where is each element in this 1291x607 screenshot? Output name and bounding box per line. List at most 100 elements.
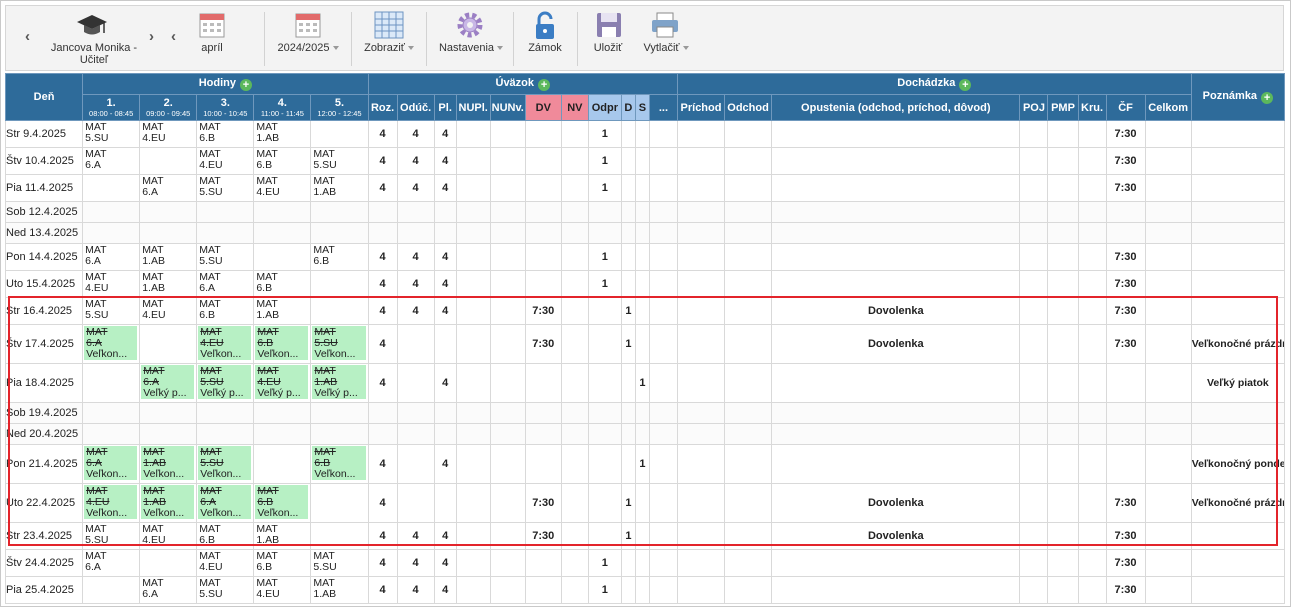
uvazok-cell[interactable] — [634, 270, 650, 298]
departure-cell[interactable] — [724, 483, 773, 523]
pmp-cell[interactable] — [1047, 147, 1079, 175]
uvazok-cell[interactable] — [489, 270, 526, 298]
uvazok-cell[interactable] — [620, 576, 636, 604]
day-cell[interactable]: Štv 24.4.2025 — [4, 549, 84, 577]
uvazok-cell[interactable] — [648, 297, 678, 325]
kru-cell[interactable] — [1077, 576, 1107, 604]
uvazok-cell[interactable] — [620, 222, 636, 244]
uvazok-cell[interactable] — [455, 576, 491, 604]
lesson-cell[interactable]: MAT 6.B — [196, 120, 255, 148]
uvazok-cell[interactable] — [587, 522, 622, 550]
uvazok-cell[interactable]: 1 — [587, 147, 622, 175]
lesson-cell[interactable]: MAT 6.B — [196, 297, 255, 325]
departure-cell[interactable] — [724, 522, 773, 550]
lesson-cell[interactable]: MAT 6.B — [253, 147, 312, 175]
uvazok-cell[interactable] — [396, 423, 435, 445]
lesson-block[interactable]: MAT 6.A — [141, 578, 196, 603]
uvazok-cell[interactable]: 4 — [367, 270, 398, 298]
arrival-cell[interactable] — [676, 297, 726, 325]
uvazok-cell[interactable]: 1 — [587, 243, 622, 271]
total-cell[interactable] — [1144, 549, 1192, 577]
uvazok-cell[interactable] — [489, 423, 526, 445]
uvazok-cell[interactable] — [433, 324, 457, 364]
uvazok-cell[interactable] — [524, 270, 562, 298]
kru-cell[interactable] — [1077, 483, 1107, 523]
day-cell[interactable]: Str 16.4.2025 — [4, 297, 84, 325]
note-cell[interactable] — [1190, 174, 1286, 202]
poj-cell[interactable] — [1019, 576, 1049, 604]
poj-cell[interactable] — [1019, 297, 1049, 325]
uvazok-cell[interactable] — [396, 222, 435, 244]
lesson-cell[interactable] — [253, 222, 312, 244]
lesson-block[interactable]: MAT 4.EU — [84, 272, 139, 297]
lesson-cell[interactable]: MAT 6.A — [139, 174, 198, 202]
pmp-cell[interactable] — [1047, 576, 1079, 604]
lesson-block[interactable]: MAT 6.B — [198, 122, 253, 147]
uvazok-cell[interactable] — [433, 222, 457, 244]
show-menu-button[interactable]: Zobraziť — [358, 6, 420, 70]
uvazok-cell[interactable]: 4 — [433, 243, 457, 271]
departure-cell[interactable] — [724, 147, 773, 175]
lesson-block[interactable]: MAT 1.AB Veľkon... — [141, 485, 195, 519]
pmp-cell[interactable] — [1047, 174, 1079, 202]
lesson-cell[interactable] — [310, 297, 369, 325]
lesson-cell[interactable] — [196, 402, 255, 424]
uvazok-cell[interactable]: 4 — [396, 147, 435, 175]
cf-cell[interactable]: 7:30 — [1105, 120, 1146, 148]
lesson-block[interactable]: MAT 5.SU — [84, 122, 139, 147]
pmp-cell[interactable] — [1047, 522, 1079, 550]
kru-cell[interactable] — [1077, 324, 1107, 364]
uvazok-cell[interactable] — [560, 243, 589, 271]
uvazok-cell[interactable] — [587, 444, 622, 484]
lesson-cell[interactable]: MAT 5.SU — [196, 174, 255, 202]
absence-cell[interactable] — [771, 423, 1021, 445]
absence-cell[interactable]: Dovolenka — [771, 522, 1021, 550]
lesson-block[interactable]: MAT 6.B — [198, 299, 253, 324]
departure-cell[interactable] — [724, 444, 773, 484]
uvazok-cell[interactable] — [620, 363, 636, 403]
uvazok-cell[interactable]: 1 — [587, 576, 622, 604]
lesson-cell[interactable] — [196, 423, 255, 445]
uvazok-cell[interactable] — [455, 423, 491, 445]
total-cell[interactable] — [1144, 483, 1192, 523]
kru-cell[interactable] — [1077, 363, 1107, 403]
uvazok-cell[interactable] — [560, 222, 589, 244]
uvazok-cell[interactable] — [489, 576, 526, 604]
uvazok-cell[interactable]: 7:30 — [524, 324, 562, 364]
lesson-cell[interactable]: MAT 5.SU — [310, 147, 369, 175]
lesson-cell[interactable]: MAT 4.EU — [139, 120, 198, 148]
lesson-block[interactable]: MAT 6.A — [84, 245, 139, 270]
kru-cell[interactable] — [1077, 147, 1107, 175]
uvazok-cell[interactable] — [620, 423, 636, 445]
kru-cell[interactable] — [1077, 522, 1107, 550]
uvazok-cell[interactable] — [489, 483, 526, 523]
lesson-cell[interactable] — [310, 402, 369, 424]
lesson-cell[interactable] — [310, 423, 369, 445]
uvazok-cell[interactable] — [455, 270, 491, 298]
uvazok-cell[interactable]: 4 — [367, 297, 398, 325]
note-cell[interactable]: Veľkonočné prázdniny — [1190, 324, 1286, 364]
lesson-block[interactable]: MAT 5.SU — [198, 176, 253, 201]
kru-cell[interactable] — [1077, 402, 1107, 424]
departure-cell[interactable] — [724, 423, 773, 445]
absence-cell[interactable]: Dovolenka — [771, 324, 1021, 364]
lesson-cell[interactable] — [82, 402, 141, 424]
total-cell[interactable] — [1144, 243, 1192, 271]
uvazok-cell[interactable] — [648, 324, 678, 364]
pmp-cell[interactable] — [1047, 549, 1079, 577]
day-cell[interactable]: Štv 17.4.2025 — [4, 324, 84, 364]
lesson-cell[interactable]: MAT 5.SU — [196, 576, 255, 604]
note-cell[interactable] — [1190, 222, 1286, 244]
uvazok-cell[interactable] — [433, 402, 457, 424]
lesson-block[interactable]: MAT 6.B — [198, 524, 253, 549]
lesson-cell[interactable]: MAT 1.AB Veľkon... — [139, 483, 198, 523]
note-cell[interactable]: Veľkonočný pondelok — [1190, 444, 1286, 484]
cf-cell[interactable] — [1105, 222, 1146, 244]
total-cell[interactable] — [1144, 174, 1192, 202]
uvazok-cell[interactable]: 4 — [367, 174, 398, 202]
pmp-cell[interactable] — [1047, 201, 1079, 223]
total-cell[interactable] — [1144, 270, 1192, 298]
absence-cell[interactable] — [771, 363, 1021, 403]
day-cell[interactable]: Str 9.4.2025 — [4, 120, 84, 148]
lesson-cell[interactable] — [310, 120, 369, 148]
